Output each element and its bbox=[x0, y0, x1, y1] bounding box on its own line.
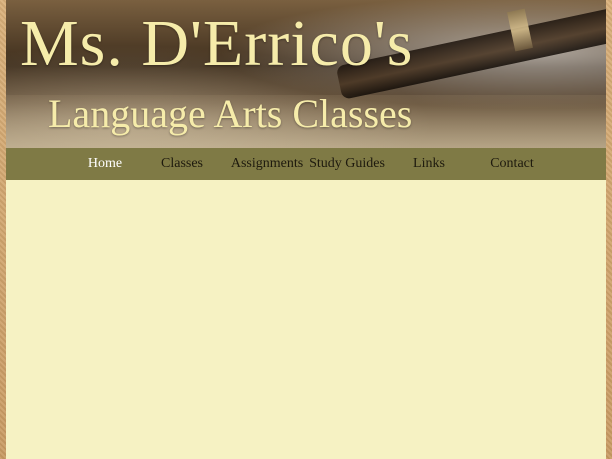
site-title: Ms. D'Errico's bbox=[20, 7, 414, 80]
page-frame: Ms. D'Errico's Language Arts Classes Hom… bbox=[6, 0, 606, 459]
nav-item-contact[interactable]: Contact bbox=[480, 148, 544, 180]
nav-bar: Home Classes Assignments Study Guides Li… bbox=[6, 148, 606, 180]
nav-item-assignments[interactable]: Assignments bbox=[224, 148, 310, 180]
nav-item-links[interactable]: Links bbox=[402, 148, 456, 180]
main-content bbox=[6, 180, 606, 459]
header-banner: Ms. D'Errico's Language Arts Classes bbox=[6, 0, 606, 148]
nav-item-study-guides[interactable]: Study Guides bbox=[306, 148, 388, 180]
nav-item-classes[interactable]: Classes bbox=[154, 148, 210, 180]
nav-item-home[interactable]: Home bbox=[72, 148, 138, 180]
site-subtitle: Language Arts Classes bbox=[48, 91, 413, 136]
